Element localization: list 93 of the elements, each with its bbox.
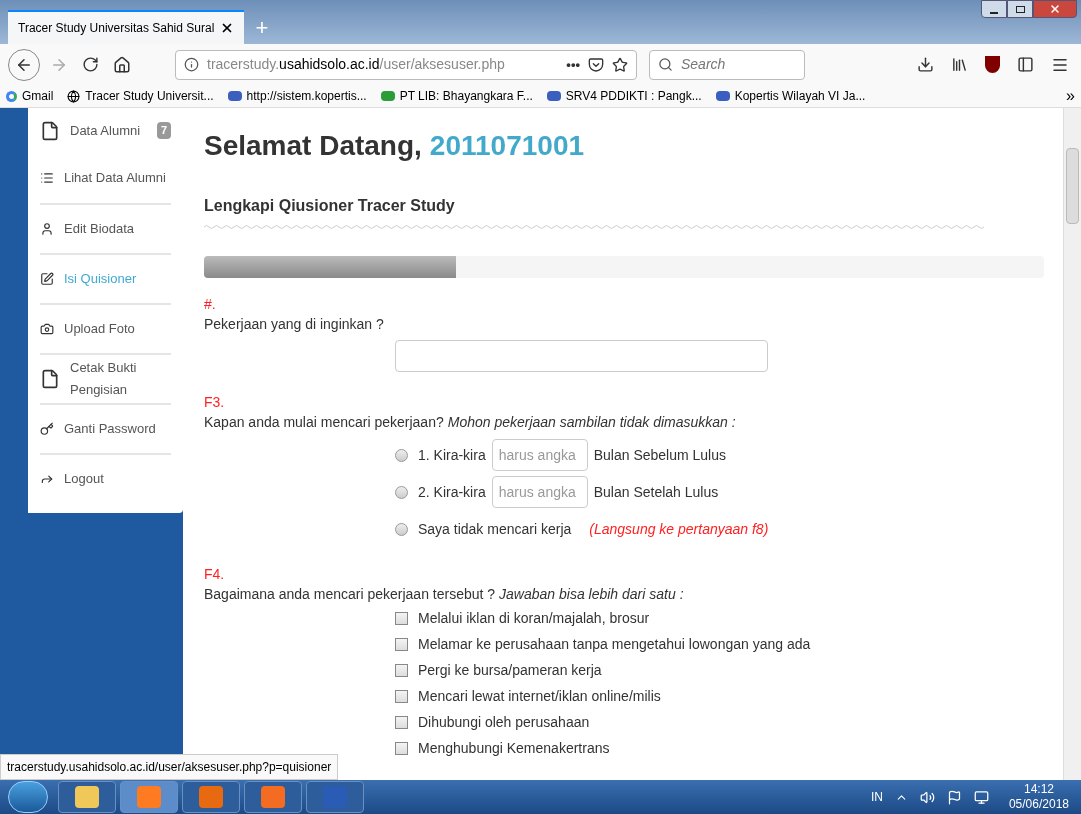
file-icon bbox=[40, 120, 60, 141]
download-icon[interactable] bbox=[917, 56, 934, 73]
file-icon bbox=[40, 369, 60, 389]
browser-tab[interactable]: Tracer Study Universitas Sahid Sural bbox=[8, 10, 244, 44]
option-suffix: Bulan Setelah Lulus bbox=[593, 482, 719, 502]
bookmark-link[interactable]: Tracer Study Universit... bbox=[67, 87, 214, 105]
sidebar-item[interactable]: Upload Foto bbox=[40, 303, 171, 353]
question-number: F4. bbox=[204, 565, 225, 584]
globe-icon bbox=[67, 89, 81, 103]
option-label: 2. Kira-kira bbox=[418, 482, 486, 502]
bookmark-link[interactable]: PT LIB: Bhayangkara F... bbox=[380, 87, 533, 105]
question-text: Kapan anda mulai mencari pekerjaan? bbox=[204, 413, 444, 432]
tab-title: Tracer Study Universitas Sahid Sural bbox=[18, 20, 215, 37]
radio-button[interactable] bbox=[395, 522, 408, 536]
status-url-tooltip: tracerstudy.usahidsolo.ac.id/user/aksesuser.php?p=quisioner bbox=[0, 754, 339, 780]
edit-icon bbox=[40, 272, 54, 286]
question-text: Bagaimana anda mencari pekerjaan tersebut ? bbox=[204, 585, 496, 604]
sidebar-item[interactable]: Cetak Bukti Pengisian bbox=[40, 353, 171, 403]
number-field[interactable]: harus angka bbox=[491, 476, 588, 508]
answer-field[interactable] bbox=[395, 340, 768, 372]
checkbox[interactable] bbox=[395, 741, 408, 755]
more-actions-button[interactable]: ••• bbox=[566, 54, 580, 75]
checkbox[interactable] bbox=[395, 689, 408, 703]
url-bar[interactable]: tracerstudy.usahidsolo.ac.id/user/aksesuser.php ••• bbox=[175, 49, 637, 80]
radio-button[interactable] bbox=[395, 448, 408, 462]
url-text: tracerstudy.usahidsolo.ac.id/user/aksesuser.php bbox=[207, 55, 506, 74]
bookmark-site-icon bbox=[227, 91, 242, 101]
home-button[interactable] bbox=[113, 55, 131, 74]
checkbox[interactable] bbox=[395, 637, 408, 651]
bookmark-link[interactable]: SRV4 PDDIKTI : Pangk... bbox=[546, 87, 702, 105]
greeting-heading: Selamat Datang, bbox=[204, 130, 422, 162]
sidebar-item[interactable]: Data Alumni 7 bbox=[40, 108, 171, 153]
option-label: Mencari lewat internet/iklan online/milis bbox=[418, 686, 661, 706]
network-icon[interactable] bbox=[973, 789, 989, 805]
bookmarks-overflow-button[interactable]: » bbox=[1066, 84, 1075, 108]
count-badge: 7 bbox=[156, 122, 171, 139]
question-note: Mohon pekerjaan sambilan tidak dimasukkan : bbox=[447, 413, 736, 432]
reload-button[interactable] bbox=[82, 56, 99, 73]
bookmark-link[interactable]: Kopertis Wilayah VI Ja... bbox=[715, 87, 866, 105]
question-number: #. bbox=[204, 295, 216, 314]
search-field[interactable]: Search bbox=[649, 49, 805, 80]
radio-button[interactable] bbox=[395, 485, 408, 499]
option-label: 1. Kira-kira bbox=[418, 445, 486, 465]
forward-arrow-icon bbox=[40, 472, 54, 486]
info-icon[interactable] bbox=[184, 57, 199, 72]
close-icon bbox=[1049, 3, 1061, 15]
checkbox[interactable] bbox=[395, 611, 408, 625]
option-label: Melalui iklan di koran/majalah, brosur bbox=[418, 608, 650, 628]
option-label: Pergi ke bursa/pameran kerja bbox=[418, 660, 602, 680]
minimize-button[interactable] bbox=[981, 0, 1007, 18]
bookmark-link[interactable]: Gmail bbox=[6, 87, 54, 105]
search-icon bbox=[658, 57, 673, 72]
shield-icon[interactable] bbox=[985, 56, 1000, 73]
clock-time: 14:12 bbox=[1023, 782, 1054, 797]
language-indicator[interactable]: IN bbox=[870, 788, 883, 806]
sidebar-item[interactable]: Ganti Password bbox=[40, 403, 171, 453]
number-field[interactable]: harus angka bbox=[491, 439, 588, 471]
sidebar-item[interactable]: Logout bbox=[40, 453, 171, 503]
pocket-icon[interactable] bbox=[588, 56, 604, 73]
bookmark-site-icon bbox=[380, 91, 395, 101]
question-number: F3. bbox=[204, 393, 225, 412]
flag-icon[interactable] bbox=[946, 789, 962, 805]
option-label: Saya tidak mencari kerja bbox=[418, 519, 572, 539]
bookmark-site-icon bbox=[715, 91, 730, 101]
option-label: Menghubungi Kemenakertrans bbox=[418, 738, 610, 758]
sidebar-item[interactable]: Lihat Data Alumni bbox=[40, 153, 171, 203]
volume-icon[interactable] bbox=[919, 789, 935, 805]
bookmark-site-icon bbox=[546, 91, 561, 101]
user-id: 2011071001 bbox=[429, 130, 585, 162]
skip-hint: (Langsung ke pertanyaan f8) bbox=[589, 519, 769, 539]
bookmark-link[interactable]: http://sistem.kopertis... bbox=[227, 87, 367, 105]
sidebar-icon[interactable] bbox=[1017, 56, 1034, 73]
key-icon bbox=[40, 422, 54, 436]
search-placeholder: Search bbox=[681, 55, 726, 74]
start-button[interactable] bbox=[8, 781, 48, 813]
checkbox[interactable] bbox=[395, 715, 408, 729]
library-icon[interactable] bbox=[951, 56, 968, 73]
option-label: Melamar ke perusahaan tanpa mengetahui lowongan yang ada bbox=[418, 634, 811, 654]
section-title: Lengkapi Qiusioner Tracer Study bbox=[204, 196, 455, 216]
question-text: Pekerjaan yang di inginkan ? bbox=[204, 315, 384, 334]
question-note: Jawaban bisa lebih dari satu : bbox=[499, 585, 684, 604]
option-label: Dihubungi oleh perusahaan bbox=[418, 712, 590, 732]
user-icon bbox=[40, 222, 54, 236]
list-icon bbox=[40, 171, 54, 185]
close-button[interactable] bbox=[1033, 0, 1077, 18]
maximize-button[interactable] bbox=[1007, 0, 1033, 18]
option-suffix: Bulan Sebelum Lulus bbox=[593, 445, 726, 465]
camera-icon bbox=[40, 322, 54, 336]
checkbox[interactable] bbox=[395, 663, 408, 677]
close-icon[interactable] bbox=[220, 21, 234, 35]
sidebar-item[interactable]: Edit Biodata bbox=[40, 203, 171, 253]
bookmark-star-icon[interactable] bbox=[612, 56, 628, 73]
clock-date: 05/06/2018 bbox=[1008, 797, 1069, 812]
